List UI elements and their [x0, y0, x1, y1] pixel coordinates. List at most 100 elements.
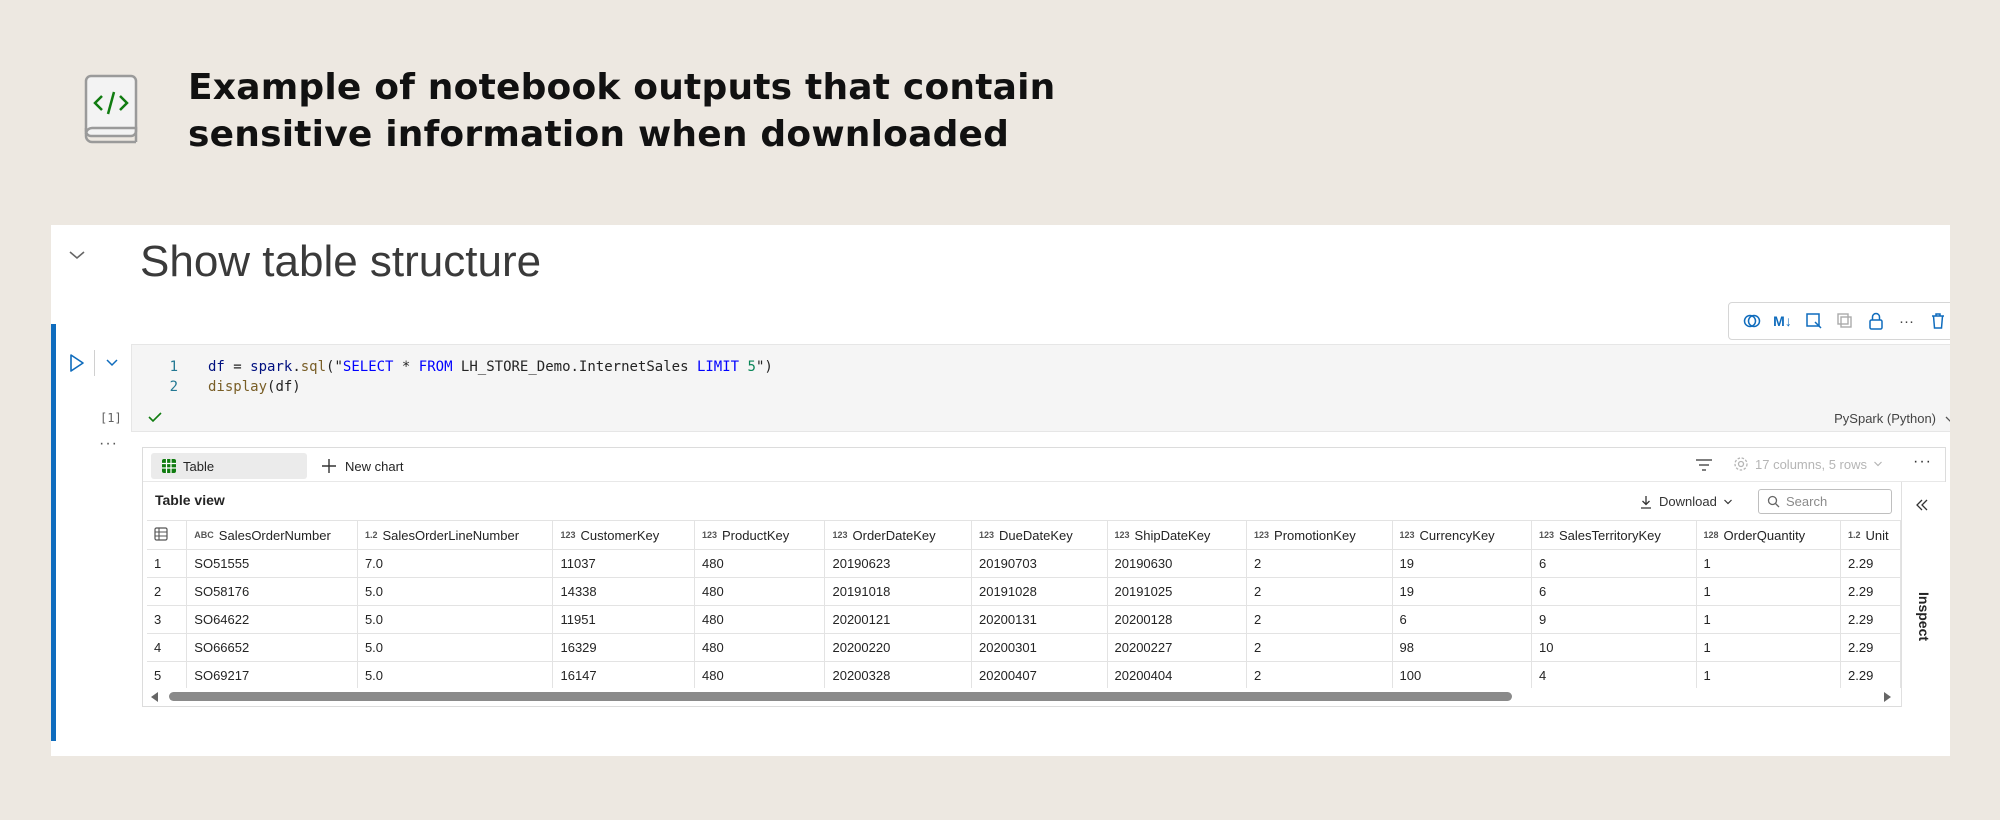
inspect-panel[interactable]: Inspect — [1901, 482, 1946, 707]
table-cell[interactable]: 2.29 — [1840, 549, 1901, 578]
table-cell[interactable]: 480 — [694, 605, 826, 634]
table-cell[interactable]: 11951 — [552, 605, 695, 634]
table-cell[interactable]: 6 — [1392, 605, 1532, 634]
table-cell[interactable]: 480 — [694, 633, 826, 662]
column-header[interactable]: ABC SalesOrderNumber — [186, 520, 358, 550]
table-cell[interactable]: SO69217 — [186, 661, 358, 688]
table-row[interactable]: 4 SO66652 5.0 16329 480 20200220 20200301 20200… — [147, 633, 1901, 662]
table-cell[interactable]: 1 — [1696, 661, 1841, 688]
table-cell[interactable]: 20191018 — [824, 577, 972, 606]
table-cell[interactable]: 2.29 — [1840, 605, 1901, 634]
column-header[interactable]: 123 PromotionKey — [1246, 520, 1393, 550]
select-cell-icon[interactable] — [1801, 309, 1826, 334]
copilot-icon[interactable] — [1739, 309, 1764, 334]
table-row[interactable]: 3 SO64622 5.0 11951 480 20200121 20200131 20200… — [147, 605, 1901, 634]
column-header[interactable]: 1.2 Unit — [1840, 520, 1901, 550]
table-cell[interactable]: 1 — [1696, 633, 1841, 662]
column-header[interactable]: 123 DueDateKey — [971, 520, 1108, 550]
table-cell[interactable]: 5.0 — [357, 577, 554, 606]
table-cell[interactable]: 20200301 — [971, 633, 1108, 662]
run-options-chevron-icon[interactable] — [103, 353, 121, 371]
column-header[interactable]: 123 OrderDateKey — [824, 520, 972, 550]
table-cell[interactable]: 5.0 — [357, 661, 554, 688]
filter-icon[interactable] — [1695, 457, 1713, 473]
table-cell[interactable]: 19 — [1392, 549, 1532, 578]
table-cell[interactable]: 19 — [1392, 577, 1532, 606]
column-header[interactable]: 123 CurrencyKey — [1392, 520, 1532, 550]
table-cell[interactable]: 2 — [1246, 605, 1393, 634]
table-cell[interactable]: 5.0 — [357, 633, 554, 662]
table-cell[interactable]: 98 — [1392, 633, 1532, 662]
column-header[interactable]: 123 ProductKey — [694, 520, 826, 550]
table-corner-icon[interactable] — [147, 520, 188, 550]
table-cell[interactable]: 2 — [1246, 549, 1393, 578]
table-cell[interactable]: 2 — [1246, 633, 1393, 662]
table-cell[interactable]: 20200128 — [1107, 605, 1248, 634]
table-cell[interactable]: 11037 — [552, 549, 695, 578]
scroll-left-icon[interactable] — [151, 692, 158, 702]
table-cell[interactable]: 20190703 — [971, 549, 1108, 578]
table-cell[interactable]: 20190623 — [824, 549, 972, 578]
table-row[interactable]: 2 SO58176 5.0 14338 480 20191018 20191028 20191… — [147, 577, 1901, 606]
table-cell[interactable]: 480 — [694, 577, 826, 606]
code-editor[interactable]: 1 df = spark.sql("SELECT * FROM LH_STORE_… — [131, 344, 1950, 432]
table-cell[interactable]: 20200121 — [824, 605, 972, 634]
table-cell[interactable]: 16329 — [552, 633, 695, 662]
search-input[interactable]: Search — [1758, 489, 1892, 514]
table-cell[interactable]: 2.29 — [1840, 661, 1901, 688]
table-cell[interactable]: 4 — [1531, 661, 1697, 688]
run-cell-icon[interactable] — [68, 353, 86, 373]
table-cell[interactable]: 2.29 — [1840, 633, 1901, 662]
cell-more-icon[interactable]: ··· — [99, 435, 118, 453]
table-cell[interactable]: 9 — [1531, 605, 1697, 634]
table-cell[interactable]: 100 — [1392, 661, 1532, 688]
tab-table[interactable]: Table — [151, 453, 307, 479]
table-cell[interactable]: 1 — [1696, 549, 1841, 578]
download-button[interactable]: Download — [1639, 494, 1733, 509]
table-cell[interactable]: 20190630 — [1107, 549, 1248, 578]
scrollbar-thumb[interactable] — [169, 692, 1512, 701]
collapse-panel-icon[interactable] — [1914, 496, 1930, 519]
lock-icon[interactable] — [1863, 309, 1888, 334]
table-cell[interactable]: 6 — [1531, 549, 1697, 578]
table-cell[interactable]: 1 — [1696, 577, 1841, 606]
column-header[interactable]: 123 ShipDateKey — [1107, 520, 1248, 550]
table-cell[interactable]: 20200407 — [971, 661, 1108, 688]
table-cell[interactable]: 480 — [694, 661, 826, 688]
output-more-icon[interactable]: ··· — [1913, 453, 1932, 471]
table-cell[interactable]: 6 — [1531, 577, 1697, 606]
table-cell[interactable]: 5.0 — [357, 605, 554, 634]
table-cell[interactable]: 16147 — [552, 661, 695, 688]
table-cell[interactable]: 2 — [1246, 577, 1393, 606]
table-cell[interactable]: 20191025 — [1107, 577, 1248, 606]
table-row[interactable]: 1 SO51555 7.0 11037 480 20190623 20190703 20190… — [147, 549, 1901, 578]
horizontal-scrollbar[interactable] — [147, 688, 1901, 704]
column-header[interactable]: 123 CustomerKey — [552, 520, 695, 550]
column-header[interactable]: 123 SalesTerritoryKey — [1531, 520, 1697, 550]
table-cell[interactable]: 14338 — [552, 577, 695, 606]
table-cell[interactable]: SO58176 — [186, 577, 358, 606]
delete-icon[interactable] — [1925, 309, 1950, 334]
table-cell[interactable]: 20200227 — [1107, 633, 1248, 662]
more-icon[interactable]: ··· — [1894, 309, 1919, 334]
duplicate-icon[interactable] — [1832, 309, 1857, 334]
new-chart-button[interactable]: New chart — [321, 453, 404, 479]
chevron-down-icon[interactable] — [65, 243, 89, 267]
table-cell[interactable]: 7.0 — [357, 549, 554, 578]
table-cell[interactable]: 20200131 — [971, 605, 1108, 634]
table-cell[interactable]: 2.29 — [1840, 577, 1901, 606]
column-header[interactable]: 1.2 SalesOrderLineNumber — [357, 520, 554, 550]
table-cell[interactable]: 20200404 — [1107, 661, 1248, 688]
table-cell[interactable]: 1 — [1696, 605, 1841, 634]
language-selector[interactable]: PySpark (Python) — [1834, 411, 1950, 426]
table-cell[interactable]: 20200220 — [824, 633, 972, 662]
markdown-icon[interactable]: M↓ — [1770, 309, 1795, 334]
table-cell[interactable]: SO64622 — [186, 605, 358, 634]
table-cell[interactable]: SO51555 — [186, 549, 358, 578]
table-cell[interactable]: SO66652 — [186, 633, 358, 662]
column-header[interactable]: 128 OrderQuantity — [1696, 520, 1841, 550]
columns-rows-settings[interactable]: 17 columns, 5 rows — [1733, 456, 1883, 472]
table-cell[interactable]: 10 — [1531, 633, 1697, 662]
table-cell[interactable]: 20191028 — [971, 577, 1108, 606]
table-cell[interactable]: 20200328 — [824, 661, 972, 688]
